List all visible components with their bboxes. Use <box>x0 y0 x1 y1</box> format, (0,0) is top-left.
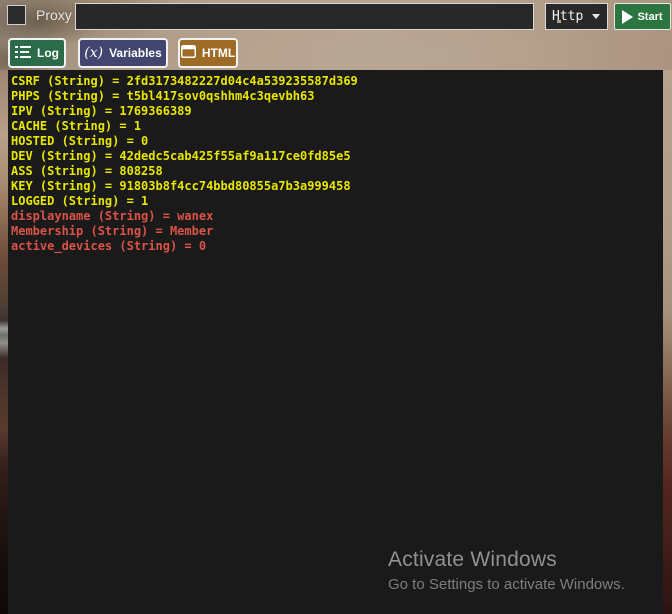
tab-log[interactable]: Log <box>8 38 66 68</box>
console-line: KEY (String) = 91803b8f4cc74bbd80855a7b3… <box>11 179 351 193</box>
log-console[interactable]: CSRF (String) = 2fd3173482227d04c4a53923… <box>8 70 663 614</box>
console-line: HOSTED (String) = 0 <box>11 134 149 148</box>
console-line: LOGGED (String) = 1 <box>11 194 149 208</box>
watermark-title: Activate Windows <box>388 548 557 571</box>
console-line: active_devices (String) = 0 <box>11 239 207 253</box>
method-dropdown[interactable]: Http <box>545 3 608 30</box>
console-line: IPV (String) = 1769366389 <box>11 104 192 118</box>
console-line: displayname (String) = wanex <box>11 209 214 223</box>
artifact-pixel <box>557 20 561 23</box>
chevron-down-icon <box>592 14 600 19</box>
console-line: Membership (String) = Member <box>11 224 214 238</box>
console-line: PHPS (String) = t5bl417sov0qshhm4c3qevbh… <box>11 89 315 103</box>
proxy-label: Proxy <box>36 7 72 23</box>
tab-html[interactable]: HTML <box>178 38 238 68</box>
watermark-subtitle: Go to Settings to activate Windows. <box>388 576 625 593</box>
console-line: DEV (String) = 42dedc5cab425f55af9a117ce… <box>11 149 351 163</box>
tab-html-label: HTML <box>201 46 236 60</box>
console-lines: CSRF (String) = 2fd3173482227d04c4a53923… <box>8 70 663 254</box>
tab-log-label: Log <box>37 46 59 60</box>
play-icon <box>622 9 634 24</box>
console-line: ASS (String) = 808258 <box>11 164 163 178</box>
url-input[interactable] <box>75 3 534 30</box>
wallpaper-left-strip <box>0 70 8 614</box>
activate-windows-watermark: Activate Windows Go to Settings to activ… <box>388 548 625 593</box>
method-dropdown-value: Http <box>552 9 584 24</box>
console-line: CSRF (String) = 2fd3173482227d04c4a53923… <box>11 74 358 88</box>
console-line: CACHE (String) = 1 <box>11 119 142 133</box>
browser-window-icon <box>180 45 196 61</box>
start-button[interactable]: Start <box>614 3 671 30</box>
start-button-label: Start <box>637 10 663 23</box>
proxy-checkbox[interactable] <box>7 5 26 25</box>
log-list-icon <box>15 45 31 62</box>
variables-icon: (x) <box>84 45 104 61</box>
wallpaper-right-strip <box>663 70 672 614</box>
tab-variables-label: Variables <box>109 46 162 60</box>
tab-variables[interactable]: (x) Variables <box>78 38 168 68</box>
